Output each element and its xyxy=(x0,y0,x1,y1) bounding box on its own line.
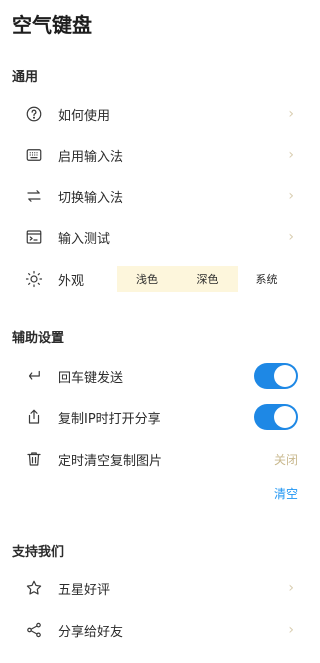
sun-icon xyxy=(24,269,44,289)
toggle-knob xyxy=(274,365,296,387)
chevron-right-icon: › xyxy=(288,106,294,122)
input-test-item[interactable]: 输入测试 › xyxy=(0,218,320,256)
ip-share-item: 复制IP时打开分享 xyxy=(0,398,320,436)
rate-five-stars-item[interactable]: 五星好评 › xyxy=(0,569,320,607)
enable-ime-item[interactable]: 启用输入法 › xyxy=(0,136,320,174)
toggle-knob xyxy=(274,406,296,428)
section-title-support: 支持我们 xyxy=(12,545,65,560)
page-title: 空气键盘 xyxy=(12,13,92,37)
chevron-right-icon: › xyxy=(288,622,294,638)
chevron-right-icon: › xyxy=(288,147,294,163)
terminal-icon xyxy=(24,227,44,247)
clear-images-value: 关闭 xyxy=(273,452,298,467)
theme-option-light[interactable]: 浅色 xyxy=(117,266,177,292)
input-test-label: 输入测试 xyxy=(58,231,111,247)
switch-ime-label: 切换输入法 xyxy=(58,190,124,206)
clear-images-label: 定时清空复制图片 xyxy=(58,453,163,469)
theme-option-dark[interactable]: 深色 xyxy=(177,266,238,292)
enter-send-item: 回车键发送 xyxy=(0,357,320,395)
theme-option-system[interactable]: 系统 xyxy=(238,266,295,292)
section-title-general: 通用 xyxy=(12,70,39,85)
share-friends-label: 分享给好友 xyxy=(58,624,124,640)
share-friends-item[interactable]: 分享给好友 › xyxy=(0,611,320,649)
keyboard-icon xyxy=(24,145,44,165)
ip-share-label: 复制IP时打开分享 xyxy=(58,411,161,427)
chevron-right-icon: › xyxy=(288,188,294,204)
switch-ime-item[interactable]: 切换输入法 › xyxy=(0,177,320,215)
how-to-use-item[interactable]: 如何使用 › xyxy=(0,95,320,133)
chevron-right-icon: › xyxy=(288,229,294,245)
appearance-label: 外观 xyxy=(58,273,85,289)
share-upload-icon xyxy=(24,407,44,427)
share-nodes-icon xyxy=(24,620,44,640)
clear-now-button[interactable]: 清空 xyxy=(274,485,298,502)
enter-return-icon xyxy=(24,366,44,386)
enable-ime-label: 启用输入法 xyxy=(58,149,124,165)
enter-send-label: 回车键发送 xyxy=(58,370,124,386)
clear-images-item[interactable]: 定时清空复制图片 关闭 xyxy=(0,440,320,478)
theme-segmented-control: 浅色 深色 系统 xyxy=(117,266,295,292)
star-icon xyxy=(24,578,44,598)
chevron-right-icon: › xyxy=(288,580,294,596)
rate-five-stars-label: 五星好评 xyxy=(58,582,111,598)
section-title-assist: 辅助设置 xyxy=(12,331,65,346)
enter-send-toggle[interactable] xyxy=(254,363,298,389)
swap-arrows-icon xyxy=(24,186,44,206)
ip-share-toggle[interactable] xyxy=(254,404,298,430)
how-to-use-label: 如何使用 xyxy=(58,108,111,124)
trash-icon xyxy=(24,449,44,469)
help-circle-icon xyxy=(24,104,44,124)
